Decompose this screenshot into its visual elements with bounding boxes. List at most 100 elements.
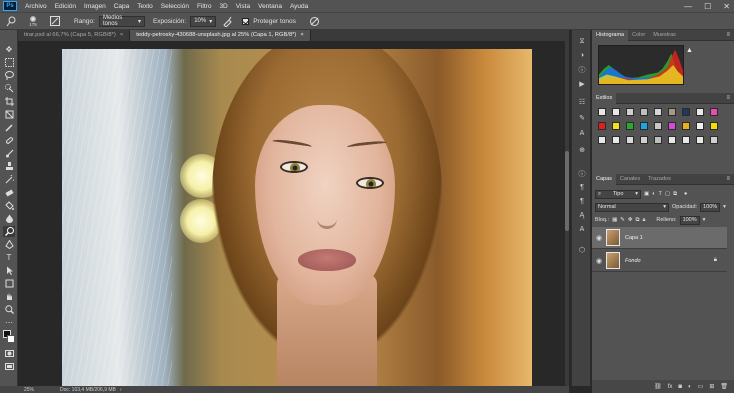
properties-panel-icon[interactable]: ☷ [576, 96, 588, 107]
style-swatch[interactable] [640, 136, 648, 144]
style-swatch[interactable] [696, 136, 704, 144]
opacity-input[interactable]: 100% [700, 202, 721, 212]
marquee-tool-icon[interactable] [3, 57, 15, 68]
style-swatch[interactable] [682, 108, 690, 116]
style-swatch[interactable] [626, 136, 634, 144]
airbrush-icon[interactable] [220, 14, 234, 28]
style-swatch[interactable] [668, 108, 676, 116]
type-tool-icon[interactable]: T [3, 252, 15, 263]
glyphs-panel-icon[interactable]: Ą [576, 210, 588, 221]
rectangle-tool-icon[interactable] [3, 278, 15, 289]
clone-source-panel-icon[interactable]: ⊕ [576, 144, 588, 155]
paragraph-styles-icon[interactable]: ¶ [576, 196, 588, 207]
crop-tool-icon[interactable] [3, 96, 15, 107]
panel-menu-icon[interactable]: ≡ [726, 176, 730, 182]
chevron-down-icon[interactable]: ▾ [723, 204, 726, 210]
history-panel-icon[interactable]: ⧖ [576, 36, 588, 47]
frame-tool-icon[interactable] [3, 109, 15, 120]
style-swatch[interactable] [682, 122, 690, 130]
zoom-tool-icon[interactable] [3, 304, 15, 315]
menu-3d[interactable]: 3D [215, 3, 231, 10]
menu-ayuda[interactable]: Ayuda [286, 3, 312, 10]
character-panel-icon[interactable]: A [576, 128, 588, 139]
style-swatch[interactable] [626, 108, 634, 116]
new-group-icon[interactable]: ▭ [698, 383, 704, 390]
style-swatch[interactable] [654, 136, 662, 144]
cache-warning-icon[interactable]: ▲ [686, 47, 693, 54]
filter-type-icon[interactable]: T [659, 191, 662, 197]
screen-mode-icon[interactable] [3, 361, 15, 372]
menu-texto[interactable]: Texto [133, 3, 157, 10]
document-size[interactable]: Doc: 103,4 MB/206,9 MB [40, 387, 116, 393]
dodge-tool-preset-icon[interactable] [4, 14, 18, 28]
delete-layer-icon[interactable]: 🗑︎ [720, 383, 728, 390]
style-swatch[interactable] [598, 136, 606, 144]
status-arrow-icon[interactable]: › [120, 387, 122, 393]
filter-shape-icon[interactable]: ▢ [665, 191, 670, 197]
style-swatch[interactable] [598, 122, 606, 130]
range-select[interactable]: Medios tonos ▾ [98, 15, 145, 27]
character-styles-icon[interactable]: A [576, 224, 588, 235]
menu-archivo[interactable]: Archivo [21, 3, 51, 10]
healing-brush-tool-icon[interactable] [3, 135, 15, 146]
layer-row-capa-1[interactable]: ◉ Capa 1 [592, 227, 727, 249]
panel-menu-icon[interactable]: ≡ [726, 95, 730, 101]
filter-pixel-icon[interactable]: ▣ [644, 191, 649, 197]
tab-estilos[interactable]: Estilos [592, 92, 617, 104]
close-tab-icon[interactable]: × [120, 32, 123, 38]
style-swatch[interactable] [696, 108, 704, 116]
document-tab-teddy[interactable]: teddy-petrosky-430688-unsplash.jpg al 25… [130, 30, 311, 41]
minimize-icon[interactable]: — [684, 2, 692, 11]
document-tab-tirar[interactable]: tirar.psd al 66,7% (Capa 5, RGB/8*) × [18, 30, 131, 41]
style-swatch[interactable] [668, 136, 676, 144]
add-mask-icon[interactable]: ◙ [678, 384, 682, 390]
adjustments-panel-icon[interactable]: ◑ [576, 50, 588, 61]
brush-panel-icon[interactable]: ✎ [576, 112, 588, 123]
menu-filtro[interactable]: Filtro [193, 3, 215, 10]
protect-tones-checkbox[interactable] [242, 17, 250, 25]
style-swatch[interactable] [612, 122, 620, 130]
style-swatch[interactable] [598, 108, 606, 116]
style-swatch[interactable] [682, 136, 690, 144]
style-swatch[interactable] [710, 136, 718, 144]
hand-tool-icon[interactable] [3, 291, 15, 302]
chevron-down-icon[interactable]: ▾ [703, 217, 706, 223]
style-swatch[interactable] [612, 136, 620, 144]
path-selection-tool-icon[interactable] [3, 265, 15, 276]
style-swatch[interactable] [654, 122, 662, 130]
filter-adjustment-icon[interactable]: ◐ [652, 191, 655, 197]
tab-capas[interactable]: Capas [592, 173, 616, 185]
pen-tool-icon[interactable] [3, 239, 15, 250]
new-layer-icon[interactable]: ⊞ [709, 383, 714, 390]
panel-menu-icon[interactable]: ≡ [726, 32, 730, 38]
menu-seleccion[interactable]: Selección [157, 3, 193, 10]
dodge-tool-icon[interactable] [3, 226, 15, 237]
visibility-eye-icon[interactable]: ◉ [592, 257, 606, 265]
menu-edicion[interactable]: Edición [51, 3, 80, 10]
lock-paint-icon[interactable]: ✎ [620, 217, 625, 223]
portrait-photo[interactable] [62, 49, 532, 386]
tab-histograma[interactable]: Histograma [592, 29, 629, 41]
info-icon[interactable]: ⓘ [576, 168, 588, 179]
exposure-input[interactable]: 10% ▾ [190, 15, 217, 27]
link-layers-icon[interactable]: ⛓ [654, 383, 662, 390]
visibility-eye-icon[interactable]: ◉ [592, 234, 606, 242]
tab-canales[interactable]: Canales [616, 174, 644, 185]
layer-filter-select[interactable]: ⌕ Tipo ▾ [595, 189, 641, 199]
clone-stamp-tool-icon[interactable] [3, 161, 15, 172]
layer-name[interactable]: Capa 1 [625, 235, 643, 241]
style-swatch[interactable] [654, 108, 662, 116]
style-swatch[interactable] [668, 122, 676, 130]
close-tab-icon[interactable]: × [300, 32, 303, 38]
style-swatch[interactable] [640, 122, 648, 130]
menu-ventana[interactable]: Ventana [254, 3, 286, 10]
eraser-tool-icon[interactable] [3, 187, 15, 198]
layer-name[interactable]: Fondo [625, 258, 641, 264]
close-icon[interactable]: ✕ [723, 2, 730, 11]
color-swatches[interactable] [3, 330, 15, 344]
paragraph-panel-icon[interactable]: ¶ [576, 182, 588, 193]
menu-vista[interactable]: Vista [232, 3, 254, 10]
vertical-scrollbar[interactable] [565, 41, 569, 386]
style-swatch[interactable] [710, 108, 718, 116]
lock-move-icon[interactable]: ✥ [628, 217, 633, 223]
